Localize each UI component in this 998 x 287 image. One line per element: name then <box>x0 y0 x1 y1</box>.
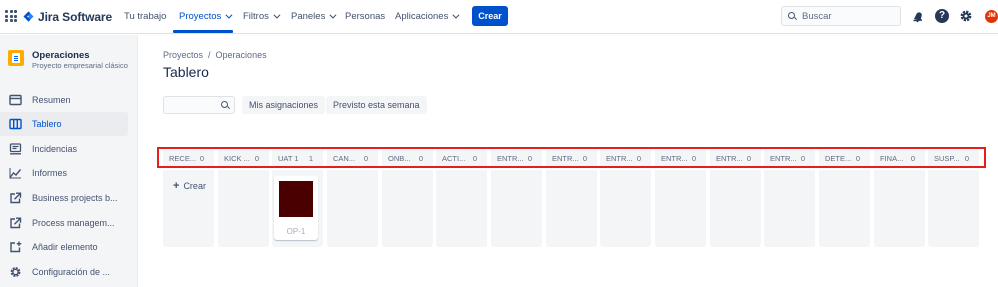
add-item-icon <box>9 241 22 253</box>
external-link-icon <box>9 192 22 204</box>
global-search[interactable] <box>781 6 901 26</box>
breadcrumb-operations[interactable]: Operaciones <box>216 50 267 60</box>
column-body[interactable] <box>710 170 761 247</box>
nav-dashboards[interactable]: Paneles <box>291 11 337 22</box>
breadcrumb-separator: / <box>208 50 211 60</box>
nav-projects[interactable]: Proyectos <box>179 11 233 22</box>
column-body[interactable] <box>436 170 487 247</box>
column-body[interactable] <box>382 170 433 247</box>
logo-text: Jira Software <box>38 10 113 24</box>
create-issue-label: Crear <box>183 181 206 191</box>
app-switcher-icon[interactable] <box>5 10 17 22</box>
breadcrumb: Proyectos / Operaciones <box>163 50 267 60</box>
column-body[interactable] <box>546 170 597 247</box>
chevron-down-icon <box>225 11 233 19</box>
jira-logo[interactable]: Jira Software <box>23 9 112 25</box>
top-navigation: Jira Software Tu trabajo Proyectos Filtr… <box>0 0 998 34</box>
quick-filter-due-this-week[interactable]: Previsto esta semana <box>326 96 427 114</box>
column-body[interactable] <box>928 170 979 247</box>
sidebar-item-label: Añadir elemento <box>32 242 98 252</box>
project-name: Operaciones <box>32 50 90 61</box>
nav-your-work[interactable]: Tu trabajo <box>124 11 166 22</box>
issue-card[interactable]: OP-1 <box>274 176 318 240</box>
active-nav-indicator <box>173 30 233 33</box>
nav-label: Aplicaciones <box>395 11 449 22</box>
create-issue-button[interactable]: + Crear <box>173 180 206 192</box>
nav-label: Paneles <box>291 11 326 22</box>
sidebar-item-label: Process managem... <box>32 218 115 228</box>
chevron-down-icon <box>452 11 460 19</box>
column-body[interactable] <box>655 170 706 247</box>
sidebar-item-project-settings[interactable]: Configuración de ... <box>0 260 128 284</box>
project-type: Proyecto empresarial clásico <box>32 61 128 70</box>
help-icon[interactable]: ? <box>935 9 949 23</box>
issues-icon <box>9 143 22 155</box>
sidebar-item-label: Incidencias <box>32 144 78 154</box>
sidebar-item-board[interactable]: Tablero <box>0 112 128 136</box>
search-input[interactable] <box>802 10 892 22</box>
sidebar-item-reports[interactable]: Informes <box>0 161 128 185</box>
column-body[interactable] <box>327 170 378 247</box>
sidebar-item-label: Business projects b... <box>32 193 118 203</box>
gear-icon <box>9 266 22 278</box>
reports-icon <box>9 167 22 179</box>
nav-apps[interactable]: Aplicaciones <box>395 11 460 22</box>
sidebar-item-label: Tablero <box>32 119 62 129</box>
create-button[interactable]: Crear <box>472 6 508 26</box>
card-cover-image <box>279 181 313 217</box>
column-body[interactable] <box>819 170 870 247</box>
nav-people[interactable]: Personas <box>345 11 385 22</box>
column-headers-highlight <box>157 147 986 168</box>
search-icon <box>221 101 229 109</box>
board-icon <box>9 118 22 130</box>
column-body[interactable] <box>491 170 542 247</box>
avatar[interactable]: JM <box>985 10 998 23</box>
board-search-input[interactable] <box>163 96 235 114</box>
sidebar-item-business-projects[interactable]: Business projects b... <box>0 186 128 210</box>
column-body[interactable] <box>764 170 815 247</box>
settings-gear-icon[interactable] <box>959 9 973 23</box>
sidebar-item-label: Informes <box>32 168 68 178</box>
sidebar-item-process-management[interactable]: Process managem... <box>0 211 128 235</box>
chevron-down-icon <box>329 11 337 19</box>
nav-label: Filtros <box>243 11 269 22</box>
sidebar-item-add-item[interactable]: Añadir elemento <box>0 235 128 259</box>
external-link-icon <box>9 217 22 229</box>
project-sidebar: Operaciones Proyecto empresarial clásico… <box>0 35 138 287</box>
jira-logo-icon <box>23 11 34 22</box>
page-title: Tablero <box>163 64 209 80</box>
notifications-icon[interactable] <box>911 9 925 23</box>
sidebar-item-summary[interactable]: Resumen <box>0 88 128 112</box>
breadcrumb-projects[interactable]: Proyectos <box>163 50 203 60</box>
project-avatar-icon <box>8 50 24 66</box>
nav-label: Personas <box>345 11 386 22</box>
project-header[interactable]: Operaciones Proyecto empresarial clásico <box>8 50 128 71</box>
summary-icon <box>9 94 22 106</box>
sidebar-item-label: Configuración de ... <box>32 267 111 277</box>
column-body[interactable] <box>874 170 925 247</box>
nav-filters[interactable]: Filtros <box>243 11 281 22</box>
sidebar-item-label: Resumen <box>32 95 71 105</box>
sidebar-item-issues[interactable]: Incidencias <box>0 137 128 161</box>
nav-label: Tu trabajo <box>124 11 167 22</box>
plus-icon: + <box>173 180 180 192</box>
issue-key: OP-1 <box>286 227 306 236</box>
chevron-down-icon <box>273 11 281 19</box>
column-body[interactable] <box>600 170 651 247</box>
column-body[interactable] <box>218 170 269 247</box>
search-icon <box>788 12 796 20</box>
nav-label: Proyectos <box>179 11 222 22</box>
quick-filter-my-assignments[interactable]: Mis asignaciones <box>242 96 326 114</box>
